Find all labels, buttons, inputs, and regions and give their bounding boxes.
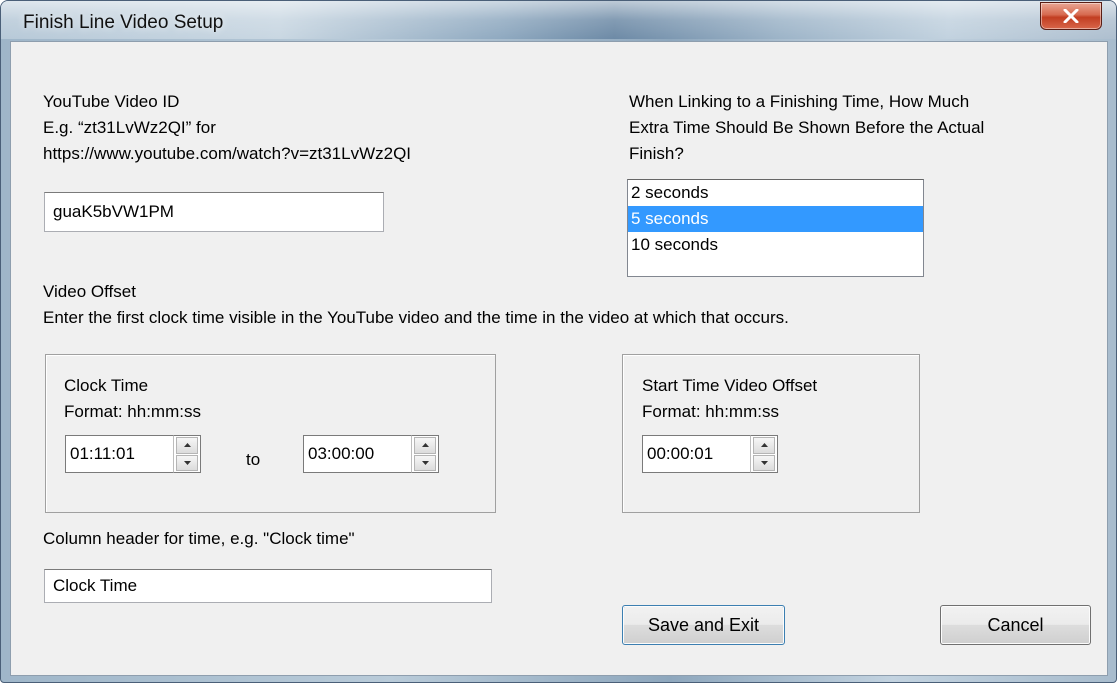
video-offset-description: Enter the first clock time visible in th… bbox=[43, 308, 789, 327]
youtube-id-example: E.g. “zt31LvWz2QI” for bbox=[43, 118, 216, 137]
spin-down-button[interactable] bbox=[414, 454, 436, 471]
clock-time-from-stepper[interactable]: 01:11:01 bbox=[65, 435, 205, 473]
clock-time-from-spin-buttons bbox=[173, 435, 201, 473]
dialog-window: Finish Line Video Setup YouTube Video ID… bbox=[0, 0, 1117, 683]
extra-time-question-line1: When Linking to a Finishing Time, How Mu… bbox=[629, 92, 970, 111]
spin-down-button[interactable] bbox=[753, 454, 775, 471]
youtube-id-label: YouTube Video ID bbox=[43, 92, 180, 111]
start-offset-label: Start Time Video Offset bbox=[642, 376, 818, 395]
clock-time-from-input[interactable]: 01:11:01 bbox=[65, 435, 173, 473]
clock-time-group: Clock Time Format: hh:mm:ss 01:11:01 to … bbox=[45, 354, 496, 513]
start-offset-spin-buttons bbox=[750, 435, 778, 473]
clock-time-to-stepper[interactable]: 03:00:00 bbox=[303, 435, 443, 473]
extra-time-question-line3: Finish? bbox=[629, 144, 684, 163]
list-item[interactable]: 2 seconds bbox=[628, 180, 923, 206]
list-item[interactable]: 10 seconds bbox=[628, 232, 923, 258]
extra-time-listbox[interactable]: 2 seconds 5 seconds 10 seconds bbox=[627, 179, 924, 277]
arrow-up-icon bbox=[760, 443, 768, 448]
close-icon bbox=[1063, 9, 1079, 23]
title-bar[interactable]: Finish Line Video Setup bbox=[1, 1, 1116, 39]
spin-down-button[interactable] bbox=[176, 454, 198, 471]
video-offset-heading: Video Offset bbox=[43, 282, 136, 301]
clock-time-format: Format: hh:mm:ss bbox=[64, 402, 201, 421]
start-offset-format: Format: hh:mm:ss bbox=[642, 402, 779, 421]
clock-time-to-input[interactable]: 03:00:00 bbox=[303, 435, 411, 473]
dialog-body: YouTube Video ID E.g. “zt31LvWz2QI” for … bbox=[10, 41, 1108, 676]
start-offset-input[interactable]: 00:00:01 bbox=[642, 435, 750, 473]
column-header-input[interactable] bbox=[44, 569, 492, 603]
column-header-label: Column header for time, e.g. "Clock time… bbox=[43, 529, 355, 548]
window-title: Finish Line Video Setup bbox=[23, 12, 224, 33]
clock-time-to-label: to bbox=[246, 450, 261, 469]
start-offset-group: Start Time Video Offset Format: hh:mm:ss… bbox=[622, 354, 920, 513]
arrow-down-icon bbox=[760, 460, 768, 465]
start-offset-stepper[interactable]: 00:00:01 bbox=[642, 435, 782, 473]
spin-up-button[interactable] bbox=[414, 437, 436, 454]
list-item-selected[interactable]: 5 seconds bbox=[628, 206, 923, 232]
clock-time-label: Clock Time bbox=[64, 376, 149, 395]
extra-time-question-line2: Extra Time Should Be Shown Before the Ac… bbox=[629, 118, 985, 137]
cancel-button[interactable]: Cancel bbox=[940, 605, 1091, 645]
arrow-down-icon bbox=[183, 460, 191, 465]
clock-time-to-spin-buttons bbox=[411, 435, 439, 473]
arrow-up-icon bbox=[421, 443, 429, 448]
save-and-exit-button[interactable]: Save and Exit bbox=[622, 605, 785, 645]
spin-up-button[interactable] bbox=[176, 437, 198, 454]
close-button[interactable] bbox=[1040, 2, 1102, 30]
arrow-down-icon bbox=[421, 460, 429, 465]
spin-up-button[interactable] bbox=[753, 437, 775, 454]
youtube-id-example-url: https://www.youtube.com/watch?v=zt31LvWz… bbox=[43, 144, 412, 163]
youtube-id-input[interactable] bbox=[44, 192, 384, 232]
arrow-up-icon bbox=[183, 443, 191, 448]
